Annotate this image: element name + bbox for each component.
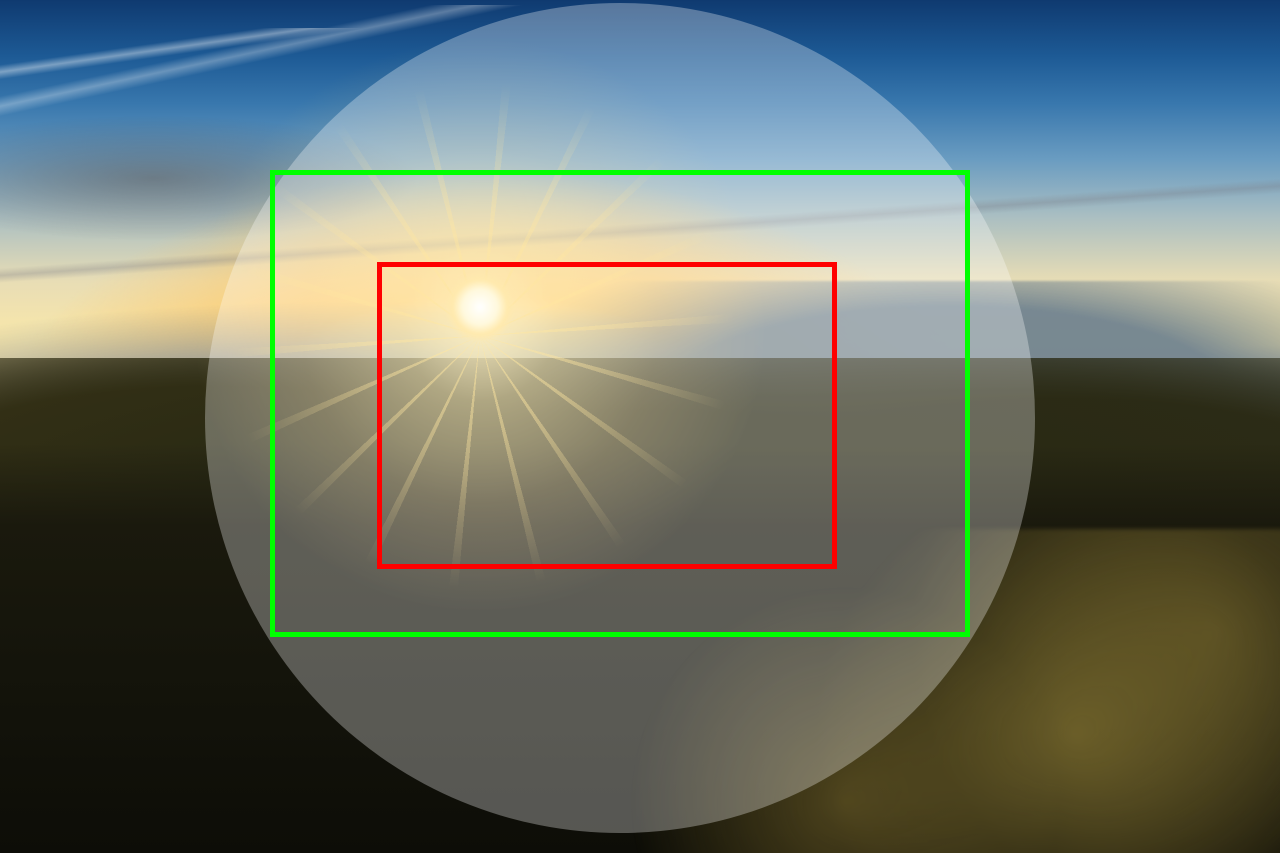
landscape-scene bbox=[0, 0, 1280, 853]
autumn-foliage-patch bbox=[538, 529, 1280, 853]
